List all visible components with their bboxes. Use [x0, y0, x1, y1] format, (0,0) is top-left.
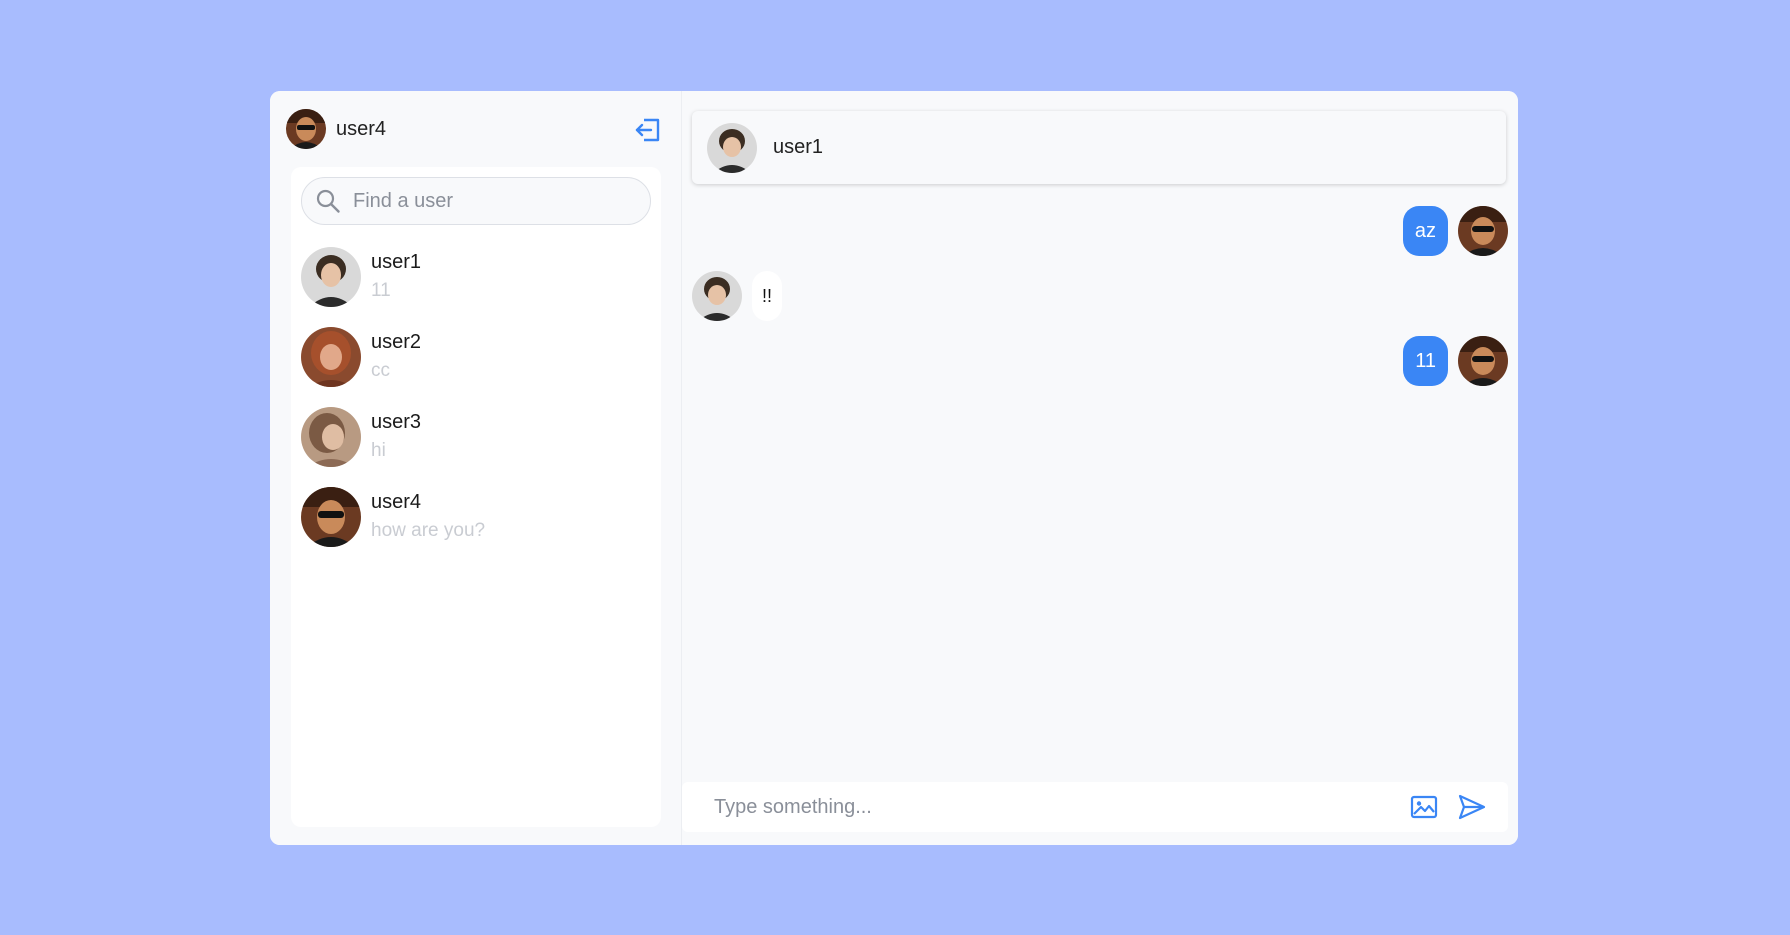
user-name: user3: [371, 411, 422, 433]
user-list-item[interactable]: user2 cc: [301, 317, 651, 397]
chat-partner-avatar: [707, 122, 757, 173]
user-avatar: [301, 327, 361, 387]
user-list-item[interactable]: user1 11: [301, 237, 651, 317]
message-input[interactable]: [712, 794, 1396, 820]
message-avatar: [1458, 336, 1508, 386]
chat-app: user4 Find a user user1 11 user2 cc user…: [270, 91, 1518, 845]
chat-partner-name: user1: [773, 136, 824, 158]
search-box: [301, 177, 651, 225]
user-list-item[interactable]: user4 how are you?: [301, 477, 651, 557]
logout-icon[interactable]: [634, 116, 662, 144]
send-icon[interactable]: [1457, 792, 1487, 822]
user-last-message: how are you?: [371, 520, 486, 541]
message-avatar: [692, 271, 742, 321]
user-list-panel: user1 11 user2: [291, 167, 661, 827]
current-user-name: user4: [336, 117, 387, 140]
user-list-item[interactable]: user3 hi: [301, 397, 651, 477]
message-outgoing: 11: [1403, 336, 1508, 386]
message-composer: [682, 782, 1508, 832]
user-name: user2: [371, 331, 422, 353]
user-list: user1 11 user2 cc user3 hi user4 how are…: [301, 237, 651, 557]
current-user: user4: [286, 109, 386, 149]
chat-header: user1: [692, 111, 1506, 184]
user-name: user1: [371, 251, 422, 273]
message-bubble: !!: [752, 271, 783, 321]
user-last-message: 11: [371, 280, 391, 301]
search-input[interactable]: [351, 188, 635, 214]
message-bubble: 11: [1403, 336, 1448, 386]
message-outgoing: az: [1402, 206, 1508, 256]
message-bubble: az: [1402, 206, 1448, 256]
chat-panel: user1 az !! 11 Type something...: [682, 91, 1518, 845]
user-avatar: [301, 407, 361, 467]
user-avatar: [301, 247, 361, 307]
image-icon[interactable]: [1410, 794, 1438, 820]
message-avatar: [1458, 206, 1508, 256]
current-user-avatar: [286, 109, 326, 149]
message-incoming: !!: [692, 271, 783, 321]
user-last-message: cc: [371, 360, 390, 381]
user-last-message: hi: [371, 440, 386, 461]
sidebar: user4 Find a user user1 11 user2 cc user…: [270, 91, 682, 845]
user-avatar: [301, 487, 361, 547]
user-name: user4: [371, 491, 422, 513]
search-icon: [315, 188, 341, 214]
